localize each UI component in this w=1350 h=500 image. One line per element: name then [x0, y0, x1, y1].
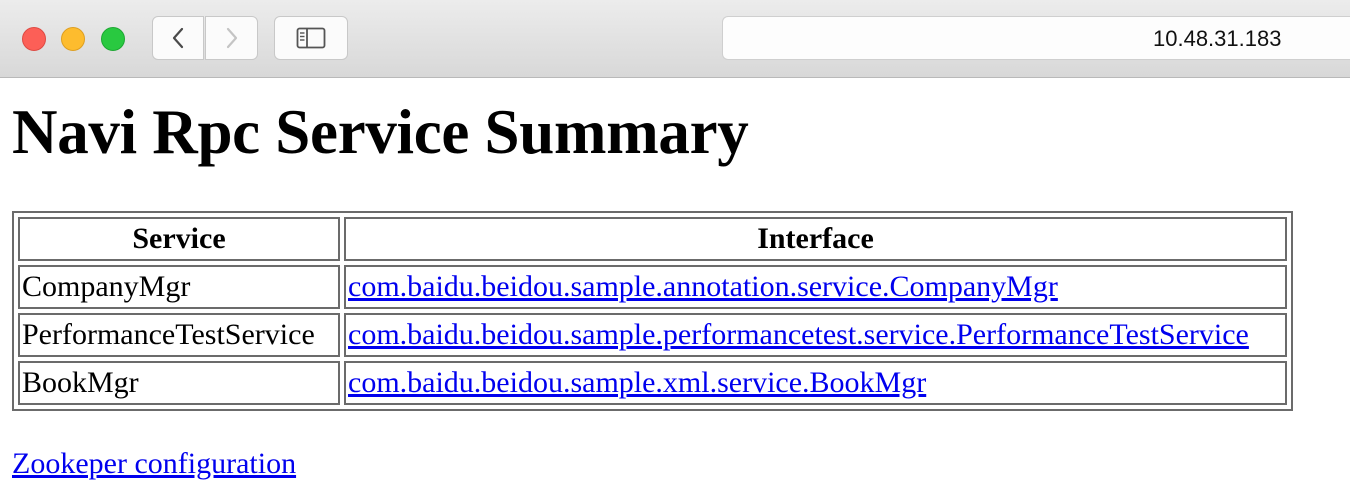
address-url: 10.48.31.183: [1153, 26, 1282, 51]
page-title: Navi Rpc Service Summary: [12, 97, 749, 167]
column-header-interface: Interface: [344, 217, 1287, 261]
table-row: BookMgr com.baidu.beidou.sample.xml.serv…: [18, 361, 1287, 405]
interface-link[interactable]: com.baidu.beidou.sample.performancetest.…: [348, 318, 1249, 351]
table-row: CompanyMgr com.baidu.beidou.sample.annot…: [18, 265, 1287, 309]
service-name-cell: PerformanceTestService: [18, 313, 340, 357]
interface-cell: com.baidu.beidou.sample.performancetest.…: [344, 313, 1287, 357]
address-bar[interactable]: 10.48.31.183: [722, 16, 1350, 60]
sidebar-toggle-button[interactable]: [274, 16, 348, 60]
interface-cell: com.baidu.beidou.sample.xml.service.Book…: [344, 361, 1287, 405]
close-window-button[interactable]: [22, 27, 46, 51]
chevron-left-icon: [172, 27, 184, 49]
service-summary-table: Service Interface CompanyMgr com.baidu.b…: [12, 211, 1293, 411]
interface-link[interactable]: com.baidu.beidou.sample.xml.service.Book…: [348, 366, 926, 399]
column-header-service: Service: [18, 217, 340, 261]
back-button[interactable]: [152, 16, 204, 60]
zookeeper-configuration-link[interactable]: Zookeper configuration: [12, 447, 296, 481]
service-name-cell: CompanyMgr: [18, 265, 340, 309]
sidebar-icon: [296, 27, 326, 49]
browser-toolbar: 10.48.31.183: [0, 0, 1350, 78]
table-header-row: Service Interface: [18, 217, 1287, 261]
service-name-cell: BookMgr: [18, 361, 340, 405]
minimize-window-button[interactable]: [61, 27, 85, 51]
interface-cell: com.baidu.beidou.sample.annotation.servi…: [344, 265, 1287, 309]
chevron-right-icon: [226, 27, 237, 49]
interface-link[interactable]: com.baidu.beidou.sample.annotation.servi…: [348, 270, 1058, 303]
page-content: Navi Rpc Service Summary: [12, 96, 1342, 168]
zoom-window-button[interactable]: [101, 27, 125, 51]
table-row: PerformanceTestService com.baidu.beidou.…: [18, 313, 1287, 357]
forward-button[interactable]: [205, 16, 258, 60]
